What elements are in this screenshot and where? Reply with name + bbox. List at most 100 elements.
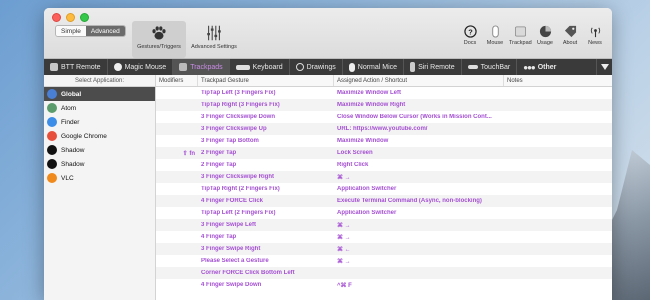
app-list-item[interactable]: Finder	[44, 115, 155, 129]
app-list-item[interactable]: VLC	[44, 171, 155, 185]
question-icon: ?	[463, 25, 477, 38]
app-list-item[interactable]: Shadow	[44, 143, 155, 157]
trackpad-button[interactable]: Trackpad	[509, 25, 532, 46]
app-icon	[47, 145, 57, 155]
table-row[interactable]: 4 Finger FORCE Click Execute Terminal Com…	[156, 195, 612, 207]
action-cell: ^⌘ F	[337, 282, 352, 289]
gesture-cell: 3 Finger Tap Bottom	[201, 138, 259, 144]
gesture-cell: TipTap Right (2 Fingers Fix)	[201, 186, 280, 192]
column-header-modifiers[interactable]: Modifiers	[156, 75, 198, 86]
mode-segmented-control: Simple Advanced	[55, 25, 126, 37]
table-row[interactable]: 3 Finger Clickswipe Up URL: https://www.y…	[156, 123, 612, 135]
mode-advanced-button[interactable]: Advanced	[85, 26, 125, 36]
mode-simple-button[interactable]: Simple	[56, 26, 86, 36]
app-sidebar: Select Application: Global Atom Finder Goog…	[44, 75, 156, 300]
sidebar-header: Select Application:	[44, 75, 155, 87]
window-controls	[52, 13, 89, 22]
mouse-icon	[491, 25, 499, 38]
gesture-cell: TipTap Left (2 Fingers Fix)	[201, 210, 276, 216]
app-list-item[interactable]: Shadow	[44, 157, 155, 171]
ellipsis-icon: ●●●	[523, 62, 535, 72]
swirl-icon	[295, 63, 304, 71]
app-list-item[interactable]: Global	[44, 87, 155, 101]
advanced-settings-button[interactable]: Advanced Settings	[186, 22, 242, 50]
tab-normal-mice[interactable]: Normal Mice	[343, 59, 405, 75]
action-cell: ⌘ →	[337, 222, 351, 229]
table-row[interactable]: TipTap Right (2 Fingers Fix) Application …	[156, 183, 612, 195]
tab-overflow-button[interactable]	[596, 59, 612, 75]
device-tab-bar: BTT Remote Magic Mouse Trackpads Keyboar…	[44, 59, 612, 75]
tab-keyboard[interactable]: Keyboard	[230, 59, 290, 75]
tab-other[interactable]: ●●● Other	[517, 59, 562, 75]
table-row[interactable]: 3 Finger Tap Bottom Maximize Window	[156, 135, 612, 147]
gestures-triggers-button[interactable]: Gestures/Triggers	[132, 21, 186, 58]
table-row[interactable]: 4 Finger Tap ⌘ →	[156, 231, 612, 243]
tab-label: Trackpads	[190, 63, 223, 71]
tab-drawings[interactable]: Drawings	[290, 59, 343, 75]
usage-button[interactable]: Usage	[534, 25, 556, 46]
app-icon	[47, 173, 57, 183]
paw-icon	[152, 26, 166, 40]
tab-btt-remote[interactable]: BTT Remote	[44, 59, 108, 75]
action-cell: Right Click	[337, 162, 369, 168]
remote-icon	[50, 63, 58, 71]
advanced-settings-label: Advanced Settings	[191, 44, 237, 50]
app-name: Atom	[61, 104, 77, 112]
tab-label: Magic Mouse	[124, 63, 167, 71]
column-header-gesture[interactable]: Trackpad Gesture	[198, 75, 334, 86]
column-header-notes[interactable]: Notes	[504, 75, 612, 86]
close-window-button[interactable]	[52, 13, 61, 22]
docs-label: Docs	[463, 40, 477, 46]
about-label: About	[562, 40, 578, 46]
tab-label: Normal Mice	[357, 63, 398, 71]
gesture-cell: 3 Finger Clickswipe Right	[201, 174, 275, 180]
table-body: TipTap Left (3 Fingers Fix) Maximize Wind…	[156, 87, 612, 291]
table-row[interactable]: Corner FORCE Click Bottom Left	[156, 267, 612, 279]
tag-icon	[564, 25, 576, 38]
normal-mouse-icon	[348, 62, 355, 72]
minimize-window-button[interactable]	[66, 13, 75, 22]
table-row[interactable]: 4 Finger Swipe Down ^⌘ F	[156, 279, 612, 291]
tab-touchbar[interactable]: TouchBar	[462, 59, 518, 75]
app-icon	[47, 117, 57, 127]
docs-button[interactable]: ? Docs	[459, 25, 481, 46]
app-name: VLC	[61, 174, 74, 182]
action-cell: Execute Terminal Command (Async, non-blo…	[337, 198, 482, 204]
table-row[interactable]: 3 Finger Swipe Left ⌘ →	[156, 219, 612, 231]
app-name: Global	[61, 90, 82, 98]
action-cell: Maximize Window Left	[337, 90, 401, 96]
app-window: Simple Advanced Gestures/Triggers Advanc…	[44, 8, 612, 300]
table-row[interactable]: 3 Finger Clickswipe Down Close Window Bel…	[156, 111, 612, 123]
app-list-item[interactable]: Google Chrome	[44, 129, 155, 143]
trackpad-icon	[514, 26, 526, 37]
zoom-window-button[interactable]	[80, 13, 89, 22]
table-row[interactable]: 2 Finger Tap Right Click	[156, 159, 612, 171]
tab-trackpads[interactable]: Trackpads	[173, 59, 230, 75]
gesture-cell: 4 Finger Tap	[201, 234, 237, 240]
action-cell: Maximize Window	[337, 138, 389, 144]
table-row[interactable]: TipTap Left (3 Fingers Fix) Maximize Wind…	[156, 87, 612, 99]
app-list-item[interactable]: Atom	[44, 101, 155, 115]
table-row[interactable]: 3 Finger Clickswipe Right ⌘ →	[156, 171, 612, 183]
about-button[interactable]: About	[559, 25, 581, 46]
action-cell: Application Switcher	[337, 186, 397, 192]
tab-magic-mouse[interactable]: Magic Mouse	[108, 59, 174, 75]
news-button[interactable]: News	[584, 25, 606, 46]
tab-siri-remote[interactable]: Siri Remote	[404, 59, 462, 75]
table-row[interactable]: Please Select a Gesture ⌘ →	[156, 255, 612, 267]
table-row[interactable]: TipTap Left (2 Fingers Fix) Application S…	[156, 207, 612, 219]
table-row[interactable]: 3 Finger Swipe Right ⌘ ←	[156, 243, 612, 255]
mouse-button[interactable]: Mouse	[484, 25, 506, 46]
action-cell: ⌘ →	[337, 174, 351, 181]
pie-chart-icon	[539, 25, 551, 38]
news-label: News	[588, 40, 602, 46]
window-toolbar: Simple Advanced Gestures/Triggers Advanc…	[44, 8, 612, 59]
mouse-label: Mouse	[486, 40, 504, 46]
gesture-table: Modifiers Trackpad Gesture Assigned Acti…	[156, 75, 612, 300]
table-row[interactable]: ⇧ fn 2 Finger Tap Lock Screen	[156, 147, 612, 159]
table-row[interactable]: TipTap Right (3 Fingers Fix) Maximize Win…	[156, 99, 612, 111]
app-name: Shadow	[61, 146, 85, 154]
gesture-cell: Please Select a Gesture	[201, 258, 269, 264]
column-header-action[interactable]: Assigned Action / Shortcut	[334, 75, 504, 86]
app-icon	[47, 89, 57, 99]
